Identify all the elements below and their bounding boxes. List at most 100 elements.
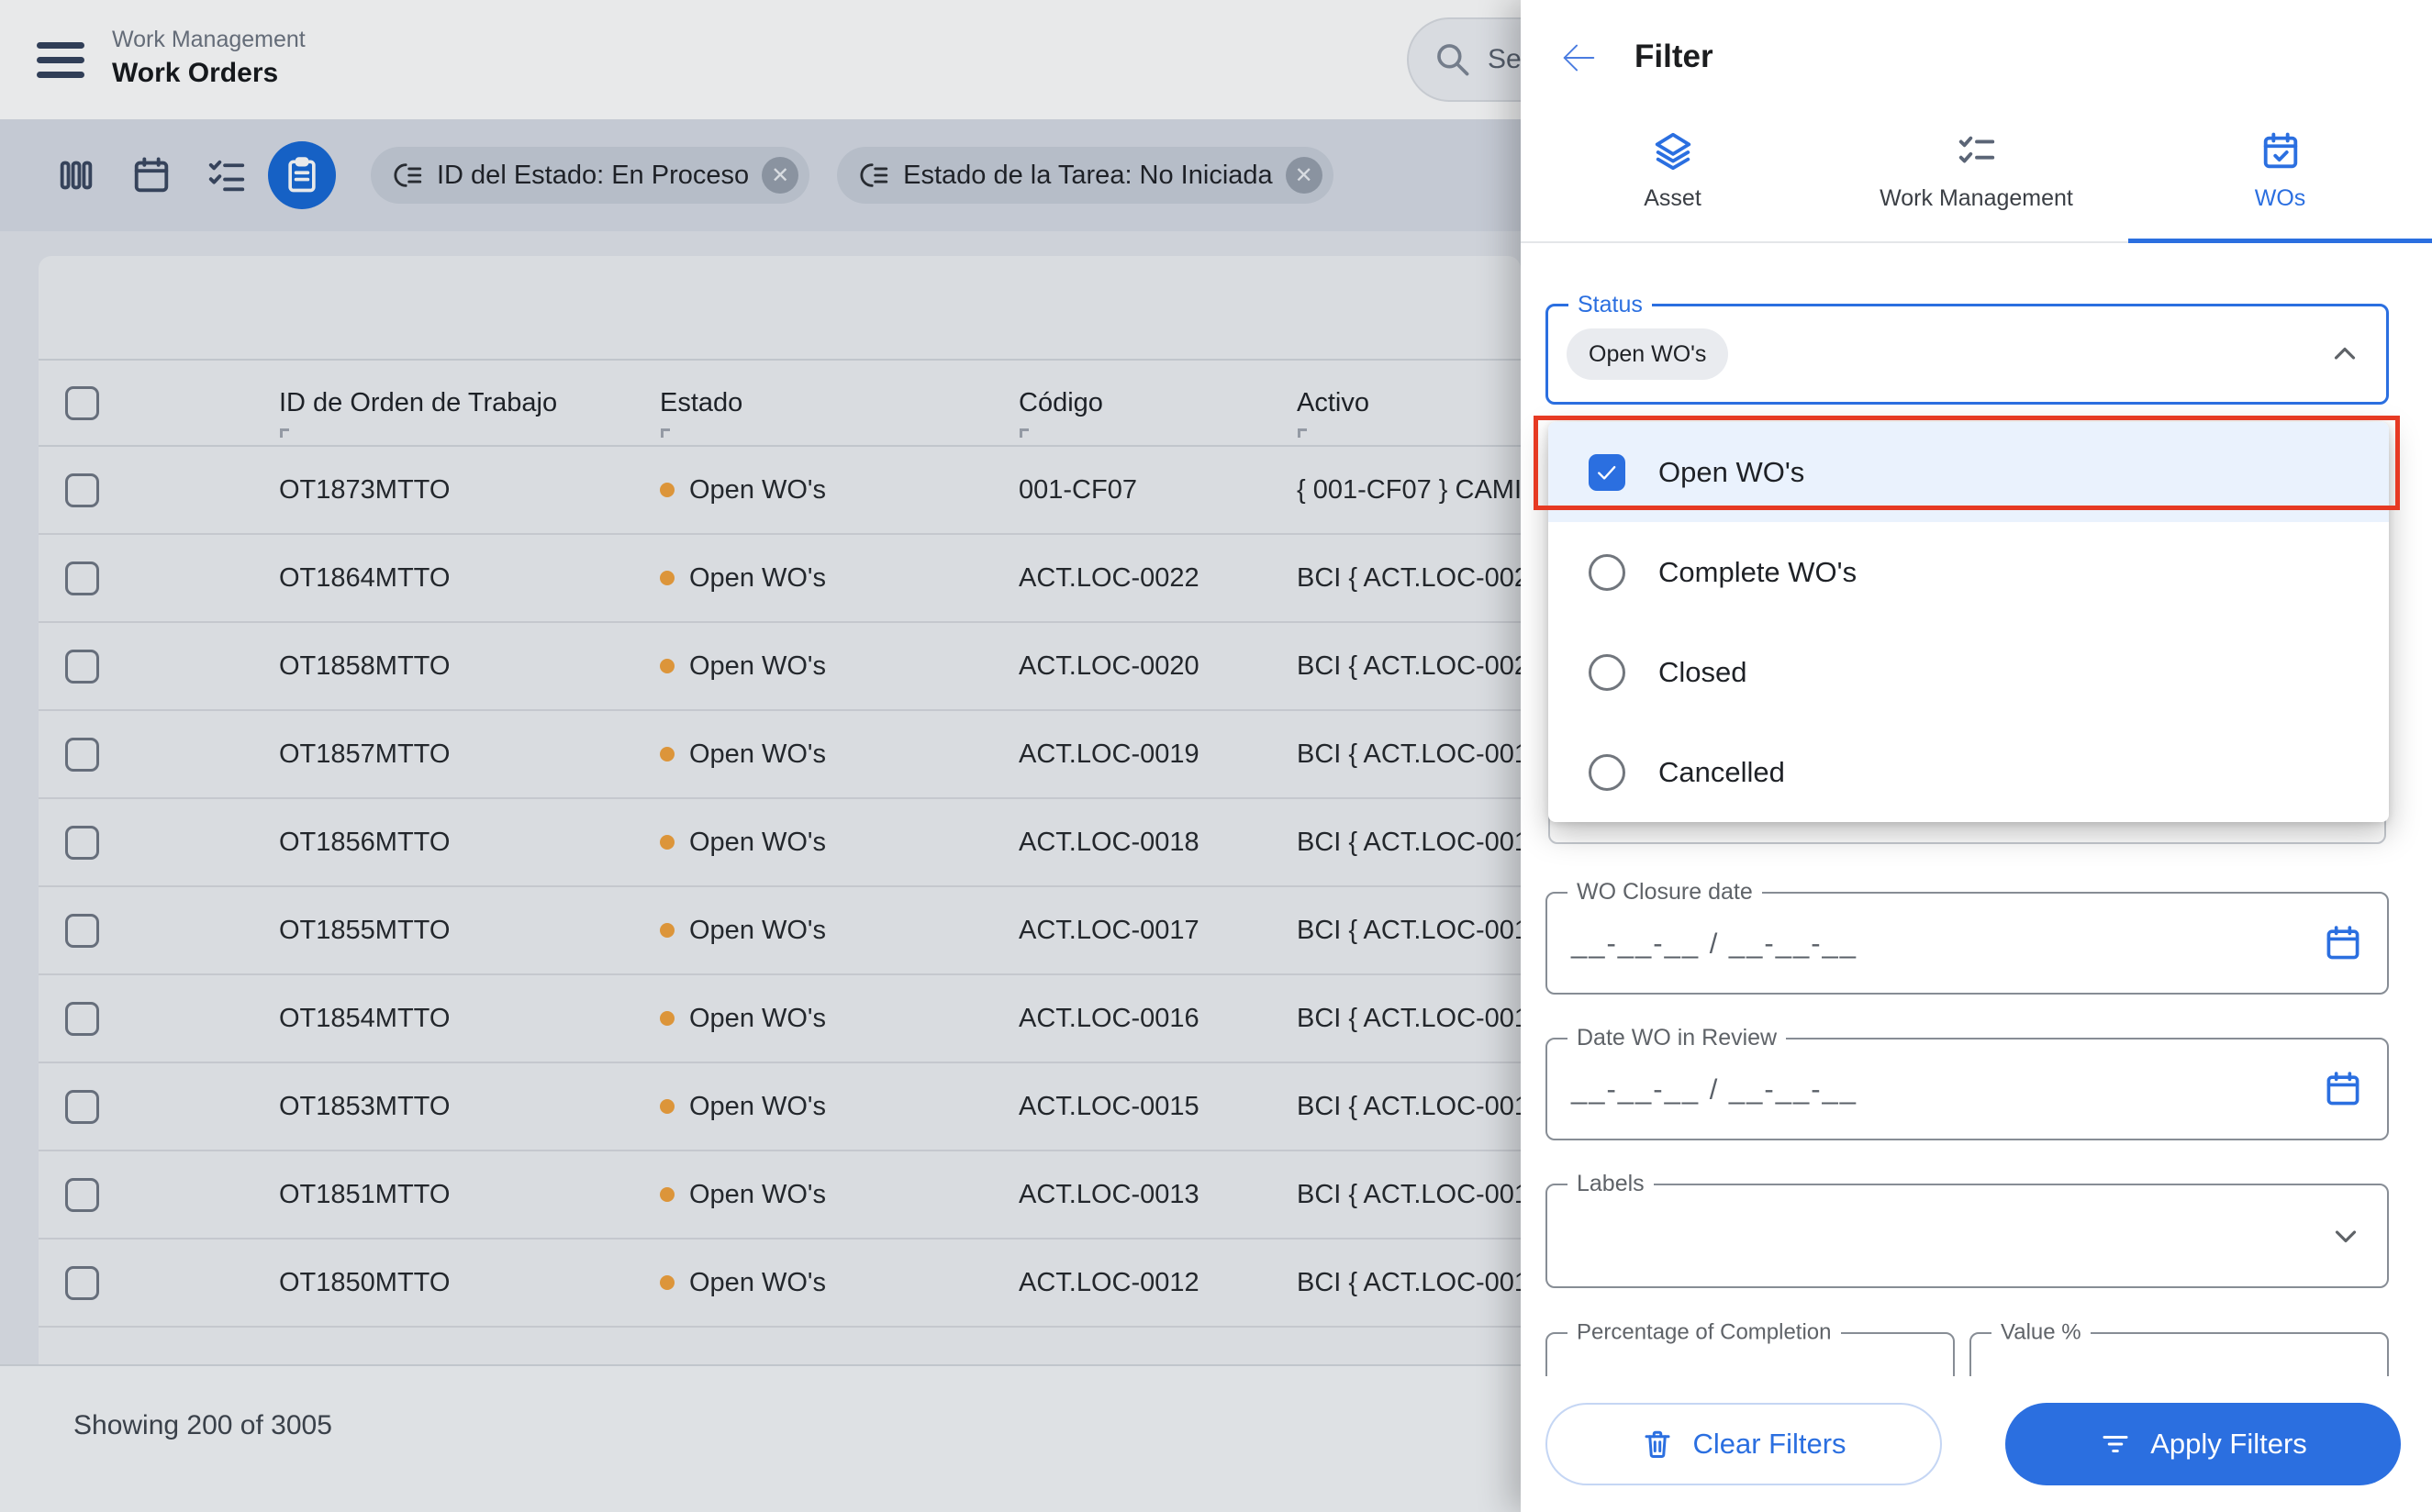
status-option[interactable]: Complete WO's xyxy=(1548,522,2389,622)
table-row[interactable]: OT1864MTTO Open WO's ACT.LOC-0022 BCI { … xyxy=(39,535,1521,623)
status-label: Open WO's xyxy=(689,739,826,770)
sort-handle-icon xyxy=(1020,428,1029,438)
labels-field[interactable]: Labels xyxy=(1545,1184,2389,1288)
status-option[interactable]: Open WO's xyxy=(1548,422,2389,522)
view-toolbar: ID del Estado: En Proceso ✕ Estado de la… xyxy=(0,119,1521,231)
status-label: Open WO's xyxy=(689,828,826,858)
table-row[interactable]: OT1858MTTO Open WO's ACT.LOC-0020 BCI { … xyxy=(39,623,1521,711)
cell-status: Open WO's xyxy=(660,1092,1019,1122)
table-row[interactable]: OT1855MTTO Open WO's ACT.LOC-0017 BCI { … xyxy=(39,887,1521,975)
tab-work-management[interactable]: Work Management xyxy=(1824,101,2128,241)
cell-status: Open WO's xyxy=(660,475,1019,506)
status-label: Open WO's xyxy=(689,1180,826,1210)
row-checkbox[interactable] xyxy=(65,650,99,684)
date-placeholder: __-__-__ / __-__-__ xyxy=(1571,928,1857,961)
chip-label: Estado de la Tarea: No Iniciada xyxy=(903,161,1273,191)
column-header-id[interactable]: ID de Orden de Trabajo xyxy=(279,361,660,445)
cell-codigo: ACT.LOC-0017 xyxy=(1019,916,1297,946)
column-header-estado[interactable]: Estado xyxy=(660,361,1019,445)
filter-chip-tarea[interactable]: Estado de la Tarea: No Iniciada ✕ xyxy=(837,147,1333,204)
wo-closure-date-field[interactable]: WO Closure date __-__-__ / __-__-__ xyxy=(1545,892,2389,995)
option-label: Open WO's xyxy=(1658,456,1804,489)
row-checkbox[interactable] xyxy=(65,1178,99,1212)
table-body: OT1873MTTO Open WO's 001-CF07 { 001-CF07… xyxy=(39,447,1521,1328)
status-label: Open WO's xyxy=(689,1092,826,1122)
clear-filters-button[interactable]: Clear Filters xyxy=(1545,1403,1942,1485)
cell-activo: BCI { ACT.LOC-0017 xyxy=(1297,916,1521,946)
apply-filters-button[interactable]: Apply Filters xyxy=(2005,1403,2401,1485)
table-row[interactable]: OT1853MTTO Open WO's ACT.LOC-0015 BCI { … xyxy=(39,1063,1521,1151)
status-option[interactable]: Cancelled xyxy=(1548,722,2389,822)
calendar-view-button[interactable] xyxy=(117,141,185,209)
clipboard-icon xyxy=(282,155,322,195)
table-row[interactable]: OT1856MTTO Open WO's ACT.LOC-0018 BCI { … xyxy=(39,799,1521,887)
cell-status: Open WO's xyxy=(660,916,1019,946)
option-checkbox[interactable] xyxy=(1589,654,1625,691)
status-dot xyxy=(660,923,675,938)
row-checkbox[interactable] xyxy=(65,473,99,507)
option-label: Cancelled xyxy=(1658,756,1785,789)
columns-view-button[interactable] xyxy=(42,141,110,209)
calendar-icon[interactable] xyxy=(2323,923,2363,963)
field-legend: Labels xyxy=(1567,1171,1654,1197)
column-header-codigo[interactable]: Código xyxy=(1019,361,1297,445)
row-checkbox[interactable] xyxy=(65,1002,99,1036)
row-checkbox[interactable] xyxy=(65,914,99,948)
table-row[interactable]: OT1854MTTO Open WO's ACT.LOC-0016 BCI { … xyxy=(39,975,1521,1063)
cell-work-order-id: OT1864MTTO xyxy=(279,563,660,594)
row-checkbox[interactable] xyxy=(65,738,99,772)
back-arrow-icon[interactable] xyxy=(1557,37,1600,79)
filter-chip-estado[interactable]: ID del Estado: En Proceso ✕ xyxy=(371,147,809,204)
chevron-down-icon[interactable] xyxy=(2328,1218,2363,1253)
cell-codigo: ACT.LOC-0022 xyxy=(1019,563,1297,594)
tab-label: Work Management xyxy=(1880,185,2073,212)
chevron-up-icon[interactable] xyxy=(2327,337,2362,372)
cell-codigo: 001-CF07 xyxy=(1019,475,1297,506)
panel-footer: Clear Filters Apply Filters xyxy=(1521,1376,2432,1512)
remove-chip-icon[interactable]: ✕ xyxy=(1286,157,1322,194)
status-dot xyxy=(660,483,675,497)
cell-codigo: ACT.LOC-0020 xyxy=(1019,651,1297,682)
checklist-view-button[interactable] xyxy=(193,141,261,209)
table-row[interactable]: OT1873MTTO Open WO's 001-CF07 { 001-CF07… xyxy=(39,447,1521,535)
filter-tabs: Asset Work Management WOs xyxy=(1521,101,2432,243)
work-orders-view-button[interactable] xyxy=(268,141,336,209)
cell-codigo: ACT.LOC-0012 xyxy=(1019,1268,1297,1298)
status-dropdown: Open WO's Complete WO's Closed Cancelled xyxy=(1548,422,2389,822)
column-header-activo[interactable]: Activo xyxy=(1297,361,1521,445)
row-checkbox[interactable] xyxy=(65,826,99,860)
remove-chip-icon[interactable]: ✕ xyxy=(762,157,798,194)
calendar-icon[interactable] xyxy=(2323,1069,2363,1109)
date-wo-in-review-field[interactable]: Date WO in Review __-__-__ / __-__-__ xyxy=(1545,1038,2389,1140)
status-option[interactable]: Closed xyxy=(1548,622,2389,722)
filter-panel: Filter Asset Work Management W xyxy=(1521,0,2432,1512)
cell-work-order-id: OT1873MTTO xyxy=(279,475,660,506)
app-title: Work Management xyxy=(112,24,306,55)
tab-asset[interactable]: Asset xyxy=(1521,101,1824,241)
option-checkbox[interactable] xyxy=(1589,454,1625,491)
tab-wos[interactable]: WOs xyxy=(2128,101,2432,241)
field-legend: WO Closure date xyxy=(1567,879,1762,906)
status-select-field[interactable]: Status Open WO's xyxy=(1545,304,2389,405)
table-row[interactable]: OT1850MTTO Open WO's ACT.LOC-0012 BCI { … xyxy=(39,1240,1521,1328)
cell-status: Open WO's xyxy=(660,828,1019,858)
table-row[interactable]: OT1851MTTO Open WO's ACT.LOC-0013 BCI { … xyxy=(39,1151,1521,1240)
layers-icon xyxy=(1652,130,1694,172)
row-checkbox-cell xyxy=(39,1266,279,1300)
cell-activo: BCI { ACT.LOC-0022 xyxy=(1297,563,1521,594)
row-checkbox[interactable] xyxy=(65,1266,99,1300)
cell-work-order-id: OT1856MTTO xyxy=(279,828,660,858)
menu-icon[interactable] xyxy=(37,42,84,78)
row-checkbox[interactable] xyxy=(65,561,99,595)
row-checkbox-cell xyxy=(39,914,279,948)
rules-checklist-icon xyxy=(1956,130,1998,172)
select-all-checkbox[interactable] xyxy=(65,386,99,420)
apply-filters-label: Apply Filters xyxy=(2150,1428,2307,1461)
status-label: Open WO's xyxy=(689,651,826,682)
table-row[interactable]: OT1857MTTO Open WO's ACT.LOC-0019 BCI { … xyxy=(39,711,1521,799)
option-checkbox[interactable] xyxy=(1589,754,1625,791)
cell-work-order-id: OT1857MTTO xyxy=(279,739,660,770)
option-checkbox[interactable] xyxy=(1589,554,1625,591)
row-checkbox[interactable] xyxy=(65,1090,99,1124)
cell-codigo: ACT.LOC-0013 xyxy=(1019,1180,1297,1210)
